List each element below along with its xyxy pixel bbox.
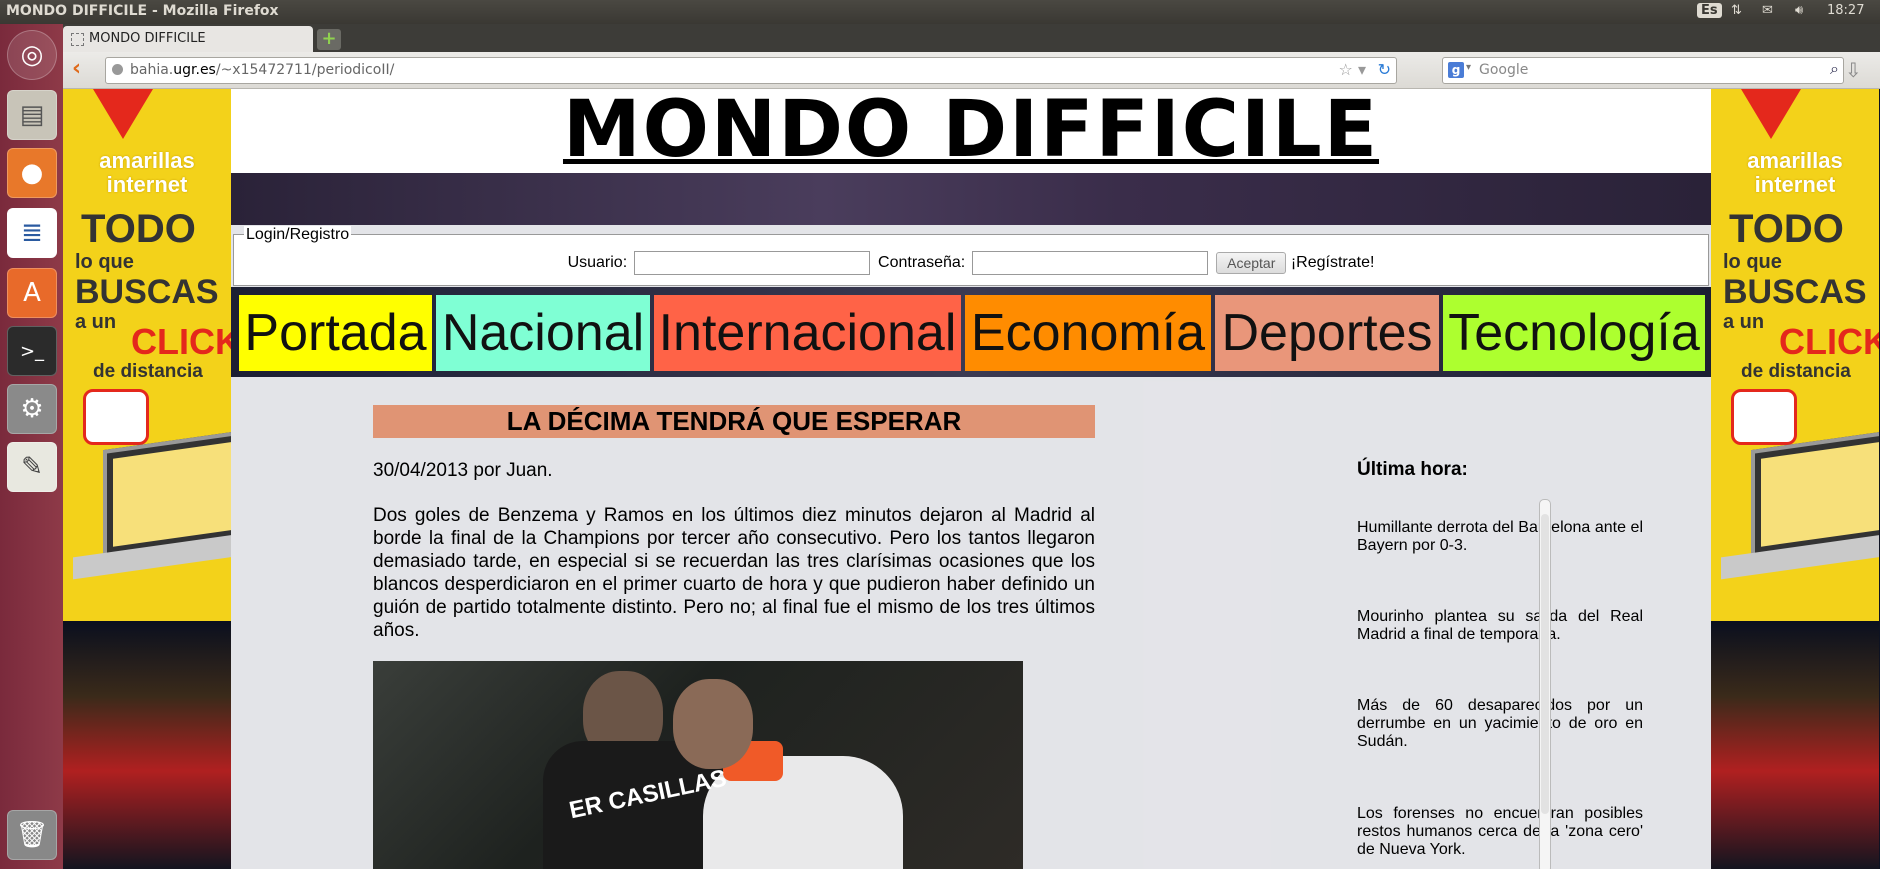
sidebar-title: Última hora:: [1357, 459, 1468, 480]
site-title[interactable]: MONDO DIFFICILE: [231, 89, 1711, 169]
login-legend: Login/Registro: [244, 226, 352, 244]
nav-tecnologia[interactable]: Tecnología: [1443, 295, 1705, 371]
pointing-hand-icon: [1731, 389, 1797, 445]
header-banner: [231, 173, 1711, 225]
tab-mondo-difficile[interactable]: MONDO DIFFICILE: [63, 26, 313, 52]
chevron-down-icon[interactable]: ▾: [1466, 62, 1471, 73]
news-item: Los forenses no encuentran posibles rest…: [1357, 805, 1643, 858]
ad-lo-que: lo que: [75, 251, 134, 273]
network-icon[interactable]: ⇅: [1731, 3, 1742, 18]
news-scroll-box[interactable]: Humillante derrota del Barcelona ante el…: [1357, 499, 1645, 869]
reload-icon[interactable]: ↻: [1378, 60, 1391, 79]
article-headline: LA DÉCIMA TENDRÁ QUE ESPERAR: [373, 405, 1095, 438]
password-label: Contraseña:: [878, 254, 966, 272]
ad-click: CLICK: [131, 321, 231, 362]
ubuntu-dash-icon[interactable]: ◎: [7, 30, 57, 80]
article-byline: 30/04/2013 por Juan.: [373, 460, 553, 481]
register-link[interactable]: ¡Regístrate!: [1291, 254, 1375, 271]
launcher: ◎ ▤ ● ≣ A >_ ⚙ ✎ 🗑︎: [0, 24, 64, 869]
google-search-engine-icon[interactable]: g: [1448, 62, 1464, 78]
url-bar[interactable]: bahia.ugr.es/~x15472711/periodicoII/ ☆ ▾…: [105, 57, 1397, 84]
system-settings-icon[interactable]: ⚙: [7, 384, 57, 434]
web-content: amarillas internet TODO lo que BUSCAS a u…: [63, 89, 1880, 869]
download-arrow-icon[interactable]: ⇩: [1845, 58, 1862, 82]
terminal-icon[interactable]: >_: [7, 326, 57, 376]
window-title: MONDO DIFFICILE - Mozilla Firefox: [6, 3, 279, 19]
pointing-hand-icon: [83, 389, 149, 445]
ad-logo-icon: [1741, 89, 1801, 139]
site-identity-icon[interactable]: [112, 64, 123, 75]
ad-de-distancia: de distancia: [93, 361, 203, 382]
ad-de-distancia: de distancia: [1741, 361, 1851, 382]
ad-buscas: BUSCAS: [75, 273, 219, 311]
nav-deportes[interactable]: Deportes: [1215, 295, 1439, 371]
page-favicon-icon: [71, 33, 84, 46]
search-icon[interactable]: ⌕: [1830, 59, 1839, 79]
news-item: Más de 60 desaparecidos por un derrumbe …: [1357, 697, 1643, 750]
ad-buscas: BUSCAS: [1723, 273, 1867, 311]
clock[interactable]: 18:27: [1827, 3, 1864, 18]
ad-lo-que: lo que: [1723, 251, 1782, 273]
user-input[interactable]: [633, 251, 870, 275]
volume-icon[interactable]: 🔊︎: [1795, 3, 1803, 18]
news-scrollbar[interactable]: [1539, 499, 1551, 869]
software-center-icon[interactable]: A: [7, 268, 57, 318]
bookmark-star-icon[interactable]: ☆ ▾: [1339, 60, 1366, 79]
nav-portada[interactable]: Portada: [239, 295, 432, 371]
ad-a-un: a un: [1723, 311, 1765, 333]
search-placeholder: Google: [1479, 62, 1529, 78]
keyboard-layout-indicator[interactable]: Es: [1697, 3, 1722, 18]
nav-economia[interactable]: Economía: [965, 295, 1211, 371]
new-tab-button[interactable]: +: [317, 29, 341, 50]
file-cabinet-icon[interactable]: ▤: [7, 90, 57, 140]
text-editor-icon[interactable]: ✎: [7, 442, 57, 492]
accept-button[interactable]: Aceptar: [1216, 252, 1287, 274]
right-ad-banner[interactable]: amarillas internet TODO lo que BUSCAS a u…: [1711, 89, 1879, 621]
trash-icon[interactable]: 🗑︎: [7, 810, 57, 860]
news-item: Humillante derrota del Barcelona ante el…: [1357, 519, 1643, 554]
article-photo: ER CASILLAS: [373, 661, 1023, 869]
mail-icon[interactable]: ✉: [1762, 3, 1773, 18]
ad-brand: amarillas internet: [99, 148, 195, 197]
search-bar[interactable]: g ▾ Google ⌕: [1442, 57, 1844, 84]
sidebar-latest-news: Última hora: Humillante derrota del Barc…: [1357, 459, 1643, 858]
masthead: MONDO DIFFICILE: [231, 89, 1711, 173]
ad-logo-icon: [93, 89, 153, 139]
ad-a-un: a un: [75, 311, 117, 333]
scrollbar-thumb[interactable]: [1541, 514, 1549, 814]
firefox-icon[interactable]: ●: [7, 148, 57, 198]
ad-todo: TODO: [1729, 207, 1844, 251]
article: LA DÉCIMA TENDRÁ QUE ESPERAR 30/04/2013 …: [373, 405, 1095, 642]
city-background-left: [63, 621, 231, 869]
ad-todo: TODO: [81, 207, 196, 251]
url-text[interactable]: bahia.ugr.es/~x15472711/periodicoII/: [130, 62, 394, 78]
city-background-right: [1711, 621, 1879, 869]
back-arrow-icon[interactable]: ‹: [72, 58, 92, 80]
page-column: MONDO DIFFICILE Login/Registro Usuario: …: [231, 89, 1711, 869]
user-label: Usuario:: [567, 254, 628, 272]
ad-click: CLICK: [1779, 321, 1879, 362]
password-input[interactable]: [971, 251, 1208, 275]
article-body: Dos goles de Benzema y Ramos en los últi…: [373, 505, 1095, 641]
news-item: Mourinho plantea su salida del Real Madr…: [1357, 608, 1643, 643]
nav-nacional[interactable]: Nacional: [436, 295, 650, 371]
login-form: Login/Registro Usuario: Contraseña: Acep…: [233, 226, 1709, 286]
left-ad-banner[interactable]: amarillas internet TODO lo que BUSCAS a u…: [63, 89, 231, 621]
libreoffice-writer-icon[interactable]: ≣: [7, 208, 57, 258]
ad-brand: amarillas internet: [1747, 148, 1843, 197]
top-panel: MONDO DIFFICILE - Mozilla Firefox Es ⇅ ✉…: [0, 0, 1880, 24]
tab-title: MONDO DIFFICILE: [89, 31, 206, 46]
nav-internacional[interactable]: Internacional: [654, 295, 961, 371]
